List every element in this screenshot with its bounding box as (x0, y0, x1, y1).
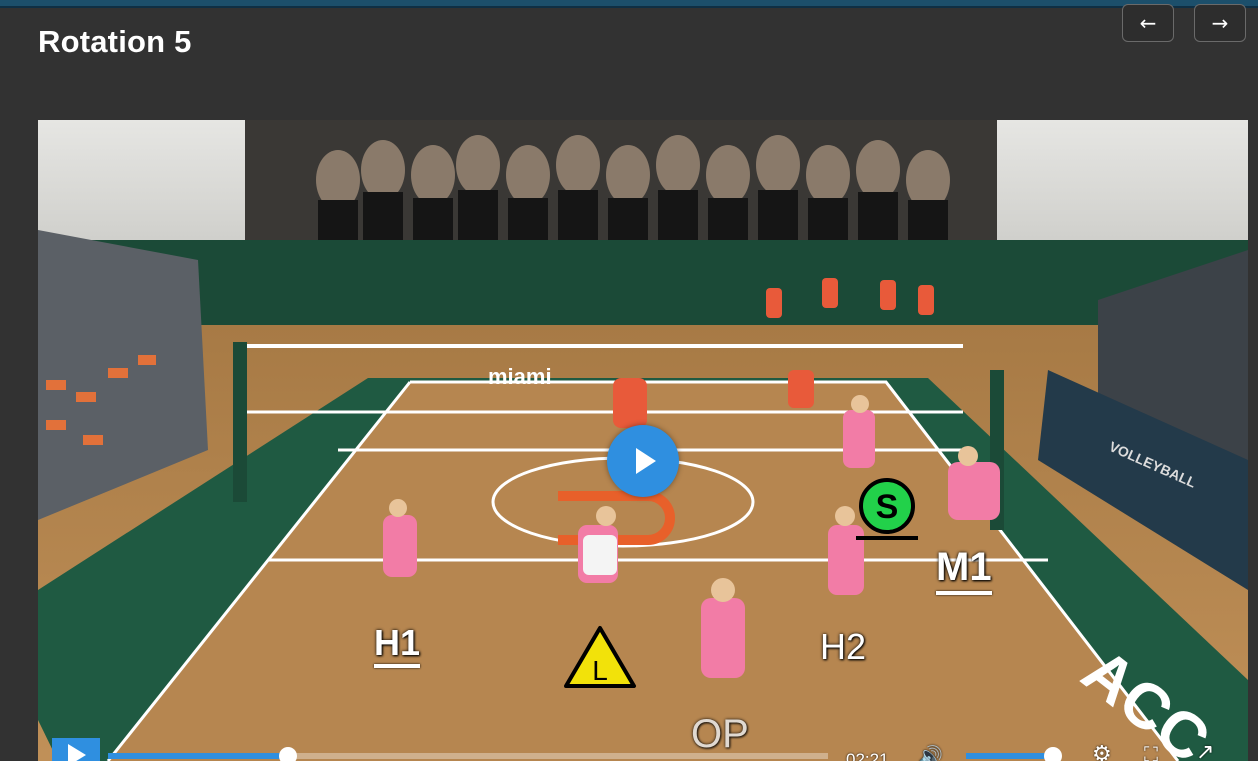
video-controls-bar: 02:21 🔊 ⚙ ⛶ ↗ (38, 738, 1248, 761)
m1-position-label: M1 (936, 545, 992, 595)
fullscreen-icon[interactable]: ↗ (1196, 740, 1214, 761)
play-icon[interactable] (52, 738, 100, 761)
setter-badge-icon: S (856, 478, 918, 540)
libero-badge-letter: L (592, 655, 608, 686)
floor-logo-text: miami (488, 364, 552, 389)
volume-fill (966, 753, 1054, 759)
progress-bar[interactable] (108, 747, 828, 761)
previous-button[interactable]: ← (1122, 4, 1174, 42)
h1-position-label: H1 (374, 622, 421, 668)
video-player[interactable]: miami ACC VOLLEYBALL H1 M1 H2 OP S L 02:… (38, 120, 1248, 761)
libero-badge-icon: L (564, 626, 636, 688)
current-time: 02:21 (846, 750, 889, 761)
big-play-icon[interactable] (607, 425, 679, 497)
volume-icon[interactable]: 🔊 (918, 744, 943, 761)
progress-fill (108, 753, 288, 759)
progress-thumb[interactable] (279, 747, 297, 761)
volume-thumb[interactable] (1044, 747, 1063, 761)
h2-position-label: H2 (820, 626, 867, 667)
gear-icon[interactable]: ⚙ (1092, 742, 1112, 761)
next-button[interactable]: → (1194, 4, 1246, 42)
page-title: Rotation 5 (38, 24, 192, 59)
setter-badge-letter: S (876, 488, 899, 526)
picture-in-picture-icon[interactable]: ⛶ (1144, 742, 1158, 761)
volume-slider[interactable] (966, 747, 1063, 761)
top-banner-strip (0, 0, 1258, 8)
